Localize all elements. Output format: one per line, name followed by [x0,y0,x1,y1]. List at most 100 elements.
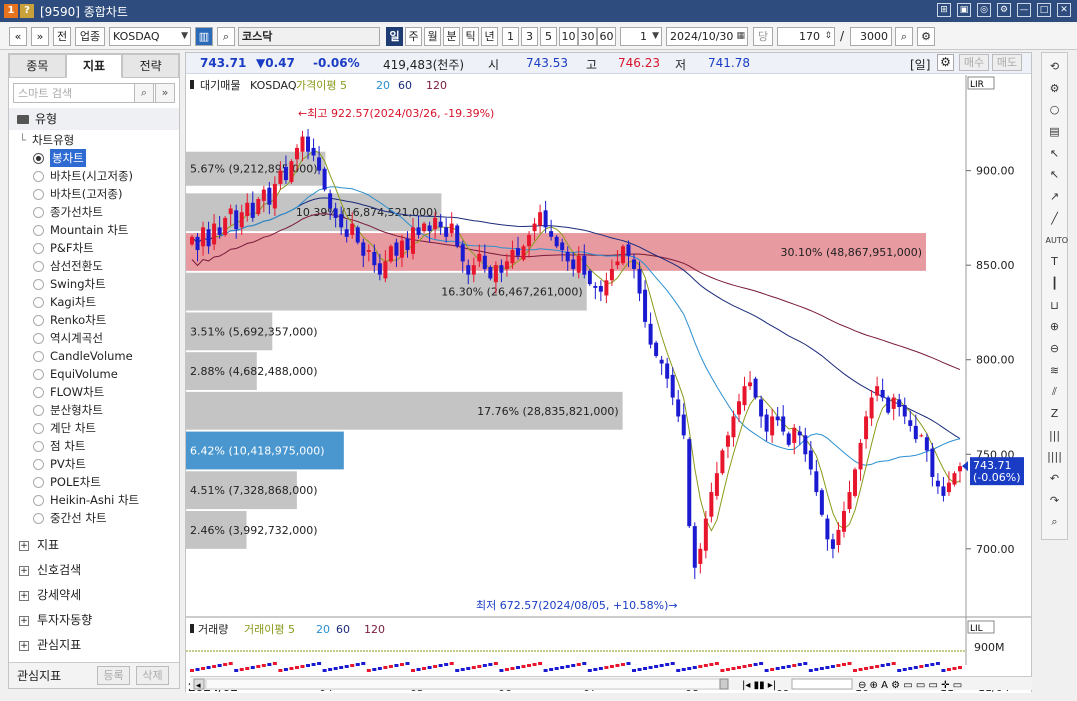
count-select[interactable]: 1 ▼ [620,27,662,46]
camera-icon[interactable]: ◎ [977,3,991,17]
radio-icon[interactable] [33,260,44,272]
text-icon[interactable]: T [1046,251,1064,273]
help-icon[interactable]: ? [20,4,34,18]
maximize-button[interactable]: □ [1037,3,1051,17]
symbol-name-field[interactable]: 코스닥 [238,27,380,46]
indicator-group[interactable]: + 관심지표 [9,633,179,658]
zoom-icon[interactable]: ⌕ [895,27,913,46]
chart-type-item[interactable]: 바차트(시고저종) [9,167,179,185]
chart-type-item[interactable]: CandleVolume [9,347,179,365]
interval-5[interactable]: 5 [540,27,557,46]
zoom-out-icon[interactable]: ⊖ [1046,338,1064,360]
chart-type-item[interactable]: PV차트 [9,455,179,473]
candlestick-chart[interactable]: 5.67% (9,212,895,000) 10.39% (16,874,521,… [186,75,1031,693]
delete-button[interactable]: 삭제 [136,666,169,685]
section-type[interactable]: 유형 [9,108,179,130]
radio-icon[interactable] [33,314,44,326]
tab-indicator[interactable]: 지표 [65,54,123,78]
tab-stock[interactable]: 종목 [9,54,66,78]
pointer-icon[interactable]: ↖ [1046,164,1064,186]
pin-icon[interactable]: ⊞ [937,3,951,17]
radio-icon[interactable] [33,368,44,380]
close-button[interactable]: ✕ [1057,3,1071,17]
grid-icon[interactable]: ||| [1046,425,1064,447]
chart-type-item[interactable]: Heikin-Ashi 차트 [9,491,179,509]
cursor-icon[interactable]: ↖ [1046,143,1064,165]
gear-icon[interactable]: ⚙ [937,54,954,71]
search-icon[interactable]: ⌕ [1046,511,1064,533]
magnet-icon[interactable]: ⊔ [1046,295,1064,317]
gear-icon[interactable]: ⚙ [917,27,935,46]
expand-icon[interactable]: + [19,540,29,551]
line-icon[interactable]: ╱ [1046,208,1064,230]
search-icon[interactable]: ⌕ [134,83,154,103]
view-count-field[interactable]: 170 ⇕ [777,27,835,46]
zoom-in-icon[interactable]: ⊕ [1046,316,1064,338]
refresh-icon[interactable]: ⟲ [1046,56,1064,78]
period-minute[interactable]: 분 [443,27,460,46]
radio-icon[interactable] [33,476,44,488]
chart-type-item[interactable]: 종가선차트 [9,203,179,221]
chart-type-item[interactable]: P&F차트 [9,239,179,257]
indicator-group[interactable]: + 강세약세 [9,583,179,608]
chart-type-item[interactable]: 바차트(고저종) [9,185,179,203]
chart-type-item[interactable]: 삼선전환도 [9,257,179,275]
chart-type-item[interactable]: EquiVolume [9,365,179,383]
tab-strategy[interactable]: 전략 [122,54,180,78]
radio-icon[interactable] [33,278,44,290]
settings-icon[interactable]: ⚙ [997,3,1011,17]
radio-icon[interactable] [33,512,44,524]
radio-icon[interactable] [33,422,44,434]
interval-10[interactable]: 10 [559,27,578,46]
radio-icon[interactable] [33,296,44,308]
smart-search-input[interactable]: 스마트 검색 ⌕ » [13,83,175,103]
radio-icon[interactable] [33,494,44,506]
circle-icon[interactable]: ○ [1046,99,1064,121]
radio-icon[interactable] [33,224,44,236]
period-tick[interactable]: 틱 [462,27,479,46]
expand-icon[interactable]: + [19,565,29,576]
chart-type-item[interactable]: Swing차트 [9,275,179,293]
save-icon[interactable]: ▣ [957,3,971,17]
radio-icon[interactable] [33,404,44,416]
expand-icon[interactable]: + [19,640,29,651]
chevron-down-icon[interactable]: » [155,83,175,103]
bars-icon[interactable]: |||| [1046,446,1064,468]
interval-30[interactable]: 30 [578,27,597,46]
chart-type-item[interactable]: 중간선 차트 [9,509,179,527]
market-select[interactable]: KOSDAQ ▼ [109,27,191,46]
period-day[interactable]: 일 [386,27,403,46]
all-button[interactable]: 전 [53,27,71,46]
chart-icon[interactable]: ▤ [1046,121,1064,143]
next-button[interactable]: » [31,27,49,46]
current-button[interactable]: 당 [753,27,773,46]
expand-icon[interactable]: + [19,615,29,626]
total-count-field[interactable]: 3000 [850,27,892,46]
chart-type-item[interactable]: 점 차트 [9,437,179,455]
radio-icon[interactable] [33,206,44,218]
interval-3[interactable]: 3 [521,27,538,46]
sell-button[interactable]: 매도 [992,54,1022,71]
fibonacci-icon[interactable]: ≋ [1046,360,1064,382]
interval-1[interactable]: 1 [502,27,519,46]
z-icon[interactable]: Z [1046,403,1064,425]
period-week[interactable]: 주 [405,27,422,46]
arrow-icon[interactable]: ↗ [1046,186,1064,208]
radio-icon[interactable] [33,332,44,344]
date-field[interactable]: 2024/10/30 ▦ [666,27,748,46]
buy-button[interactable]: 매수 [959,54,989,71]
radio-icon[interactable] [33,440,44,452]
indicator-group[interactable]: + 신호검색 [9,558,179,583]
settings-icon[interactable]: ⚙ [1046,78,1064,100]
chart-type-item[interactable]: Renko차트 [9,311,179,329]
chart-type-item[interactable]: 역시계곡선 [9,329,179,347]
radio-icon[interactable] [33,350,44,362]
undo-icon[interactable]: ↶ [1046,468,1064,490]
radio-icon[interactable] [33,386,44,398]
chart-type-item[interactable]: 봉차트 [9,149,179,167]
radio-icon[interactable] [33,152,44,164]
expand-icon[interactable]: + [19,590,29,601]
chart-scrollbar[interactable]: ◂ |◂ ▮▮ ▸| ⊖ ⊕ A ⚙ ▭ ▭ ▭ ✛ ▭ [190,676,1032,691]
chart-type-item[interactable]: FLOW차트 [9,383,179,401]
sector-button[interactable]: 업종 [75,27,105,46]
